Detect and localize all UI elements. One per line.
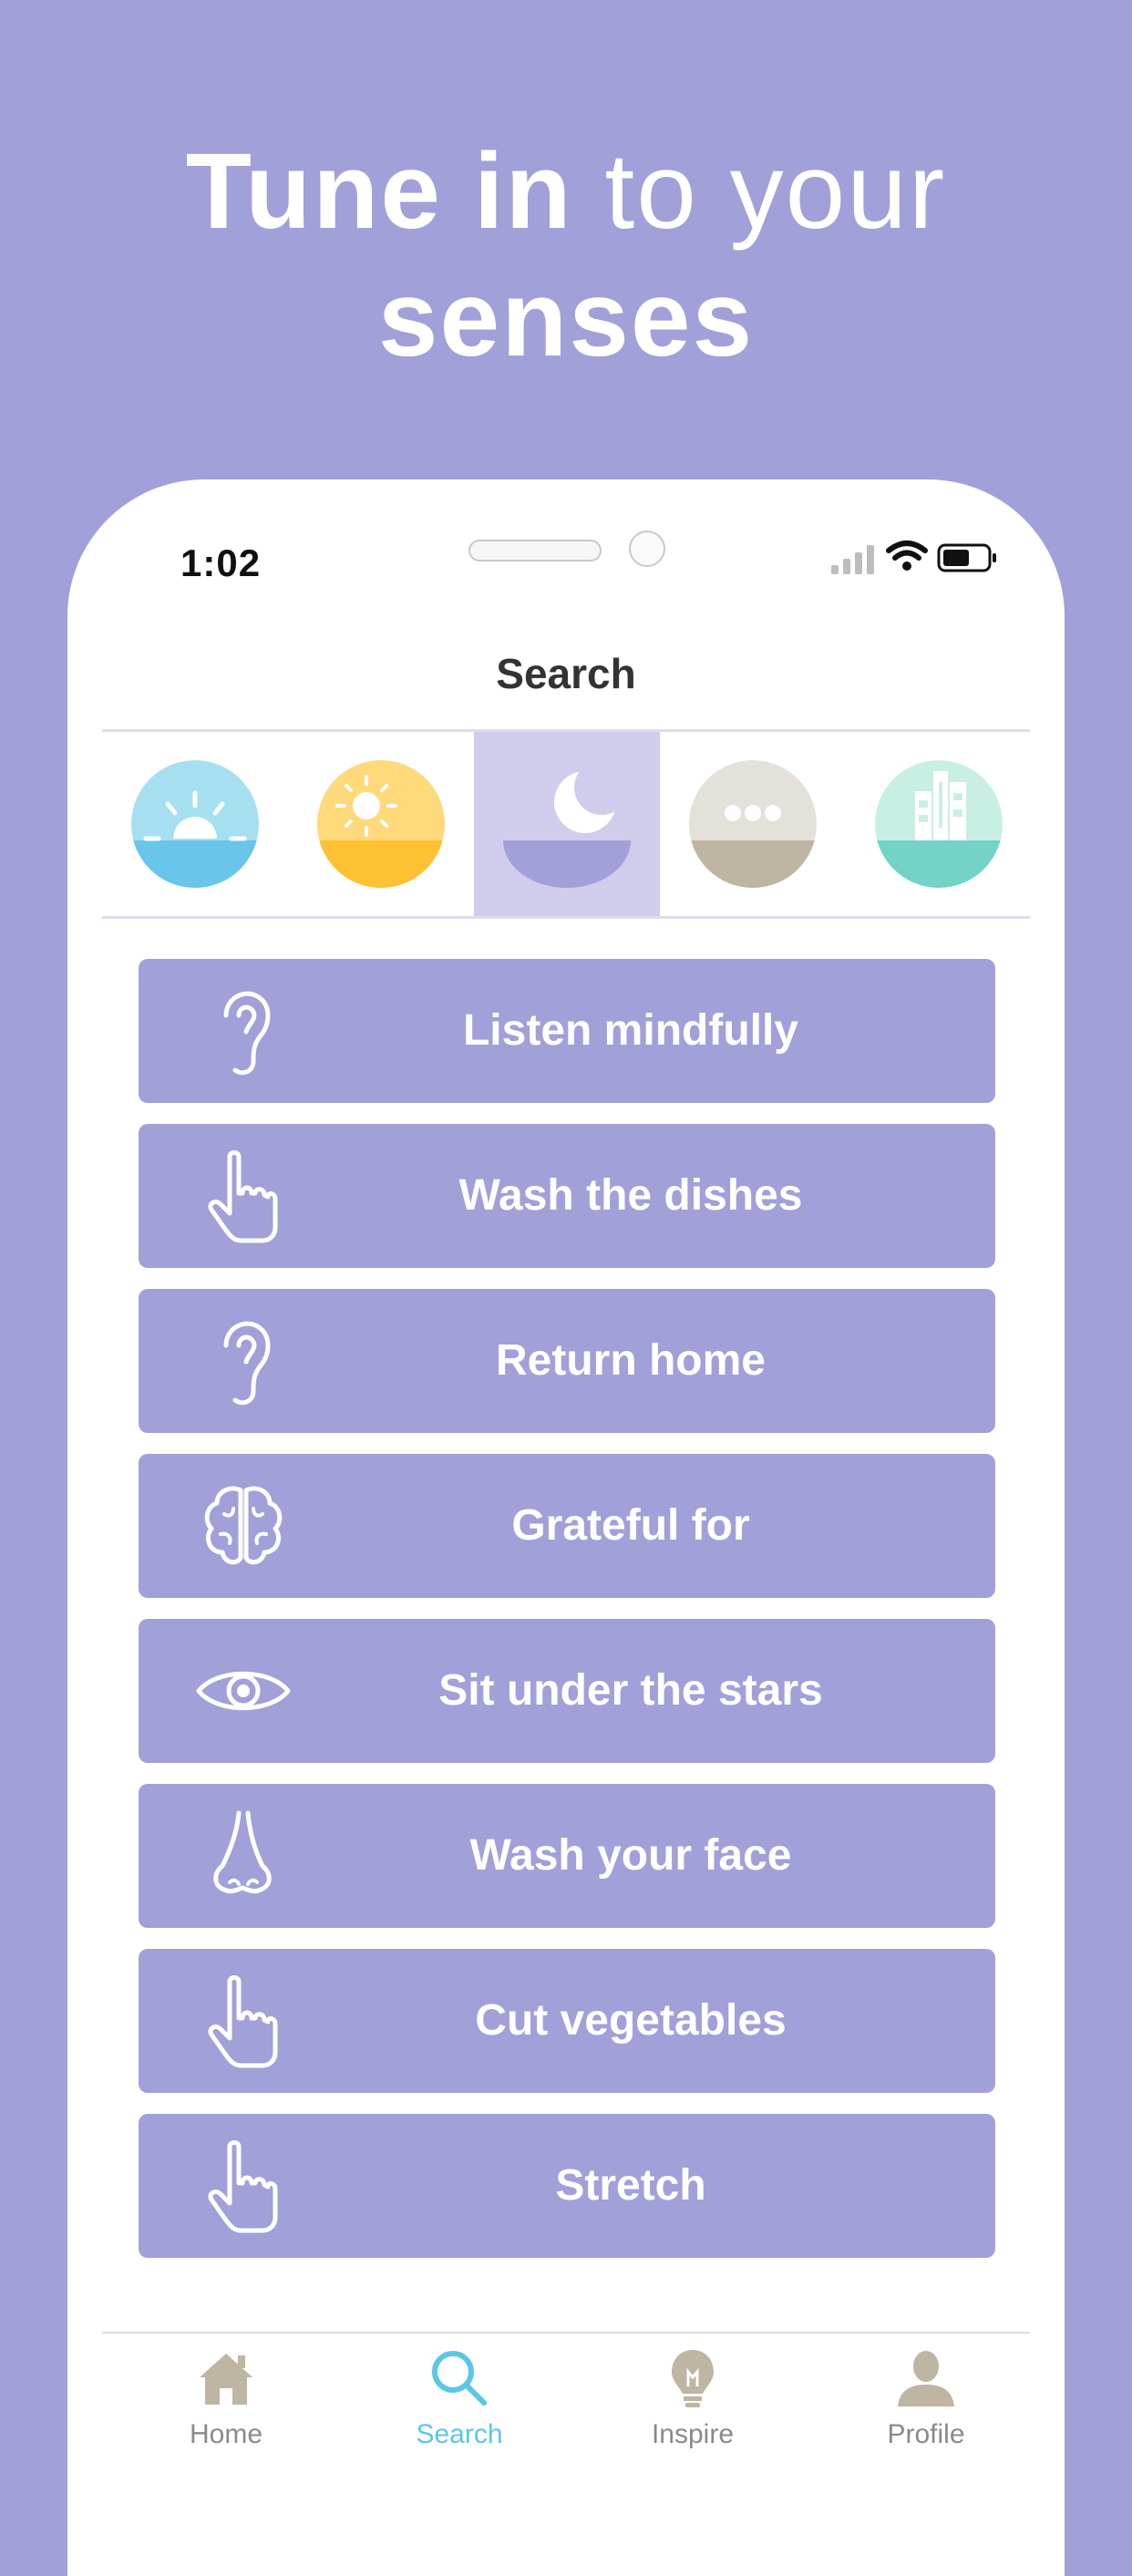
tab-home[interactable]: Home	[135, 2346, 317, 2450]
list-item-label: Wash your face	[469, 1831, 792, 1880]
tab-inspire[interactable]: Inspire	[602, 2346, 784, 2450]
list-item[interactable]: Wash your face	[139, 1784, 995, 1928]
phone-camera	[629, 531, 665, 567]
list-item-label: Return home	[495, 1336, 766, 1385]
profile-icon	[898, 2351, 954, 2406]
list-item-label: Stretch	[555, 2161, 706, 2210]
category-other[interactable]	[660, 732, 846, 916]
tab-profile-label: Profile	[887, 2419, 965, 2449]
category-night[interactable]	[474, 732, 660, 916]
moon-icon	[503, 760, 631, 888]
tab-search-label: Search	[416, 2419, 503, 2449]
hand-pointer-icon	[208, 1150, 278, 1243]
home-icon	[200, 2354, 252, 2405]
tab-profile[interactable]: Profile	[835, 2346, 1017, 2450]
tab-inspire-label: Inspire	[651, 2419, 735, 2449]
list-item[interactable]: Grateful for	[139, 1454, 995, 1598]
search-icon	[432, 2351, 487, 2406]
status-bar: 1:02	[67, 479, 1065, 607]
list-item[interactable]: Return home	[139, 1289, 995, 1433]
city-icon	[875, 760, 1003, 888]
nose-icon	[213, 1810, 272, 1894]
list-item-label: Sit under the stars	[438, 1666, 823, 1715]
ear-icon	[223, 991, 271, 1076]
list-item[interactable]: Listen mindfully	[139, 959, 995, 1103]
more-icon	[689, 760, 817, 888]
tab-home-label: Home	[189, 2419, 263, 2449]
hand-pointer-icon	[208, 1975, 278, 2068]
category-morning[interactable]	[102, 732, 288, 916]
sun-icon	[317, 760, 445, 888]
list-item[interactable]: Wash the dishes	[139, 1124, 995, 1268]
list-item-label: Cut vegetables	[475, 1996, 787, 2045]
page-title: Search	[496, 650, 636, 697]
list-item[interactable]: Sit under the stars	[139, 1619, 995, 1763]
category-city[interactable]	[846, 732, 1032, 916]
headline-bold-2: senses	[377, 259, 755, 379]
phone-frame: 1:02 Search Listen mindfully Wash the di…	[67, 479, 1065, 2576]
status-time: 1:02	[180, 541, 262, 584]
wifi-icon	[886, 541, 928, 571]
tab-search[interactable]: Search	[368, 2346, 551, 2450]
sunrise-icon	[131, 760, 259, 888]
battery-icon	[937, 543, 996, 572]
headline-light-1: to your	[604, 131, 947, 252]
list-item-label: Listen mindfully	[462, 1006, 798, 1055]
ear-icon	[223, 1321, 271, 1406]
headline-bold-1: Tune in	[185, 131, 573, 252]
signal-icon	[831, 545, 874, 574]
category-bar	[102, 729, 1030, 919]
list-item-label: Wash the dishes	[458, 1171, 803, 1220]
hand-pointer-icon	[208, 2140, 278, 2233]
headline: Tune in to your senses	[0, 128, 1132, 383]
list-item[interactable]: Cut vegetables	[139, 1949, 995, 2093]
brain-icon	[204, 1486, 283, 1565]
list-item[interactable]: Stretch	[139, 2114, 995, 2258]
phone-speaker	[468, 540, 602, 562]
eye-icon	[196, 1671, 291, 1711]
tab-bar: Home Search Inspire Profile	[102, 2332, 1030, 2516]
list-item-label: Grateful for	[511, 1501, 750, 1550]
lightbulb-icon	[672, 2350, 714, 2407]
category-day[interactable]	[288, 732, 474, 916]
